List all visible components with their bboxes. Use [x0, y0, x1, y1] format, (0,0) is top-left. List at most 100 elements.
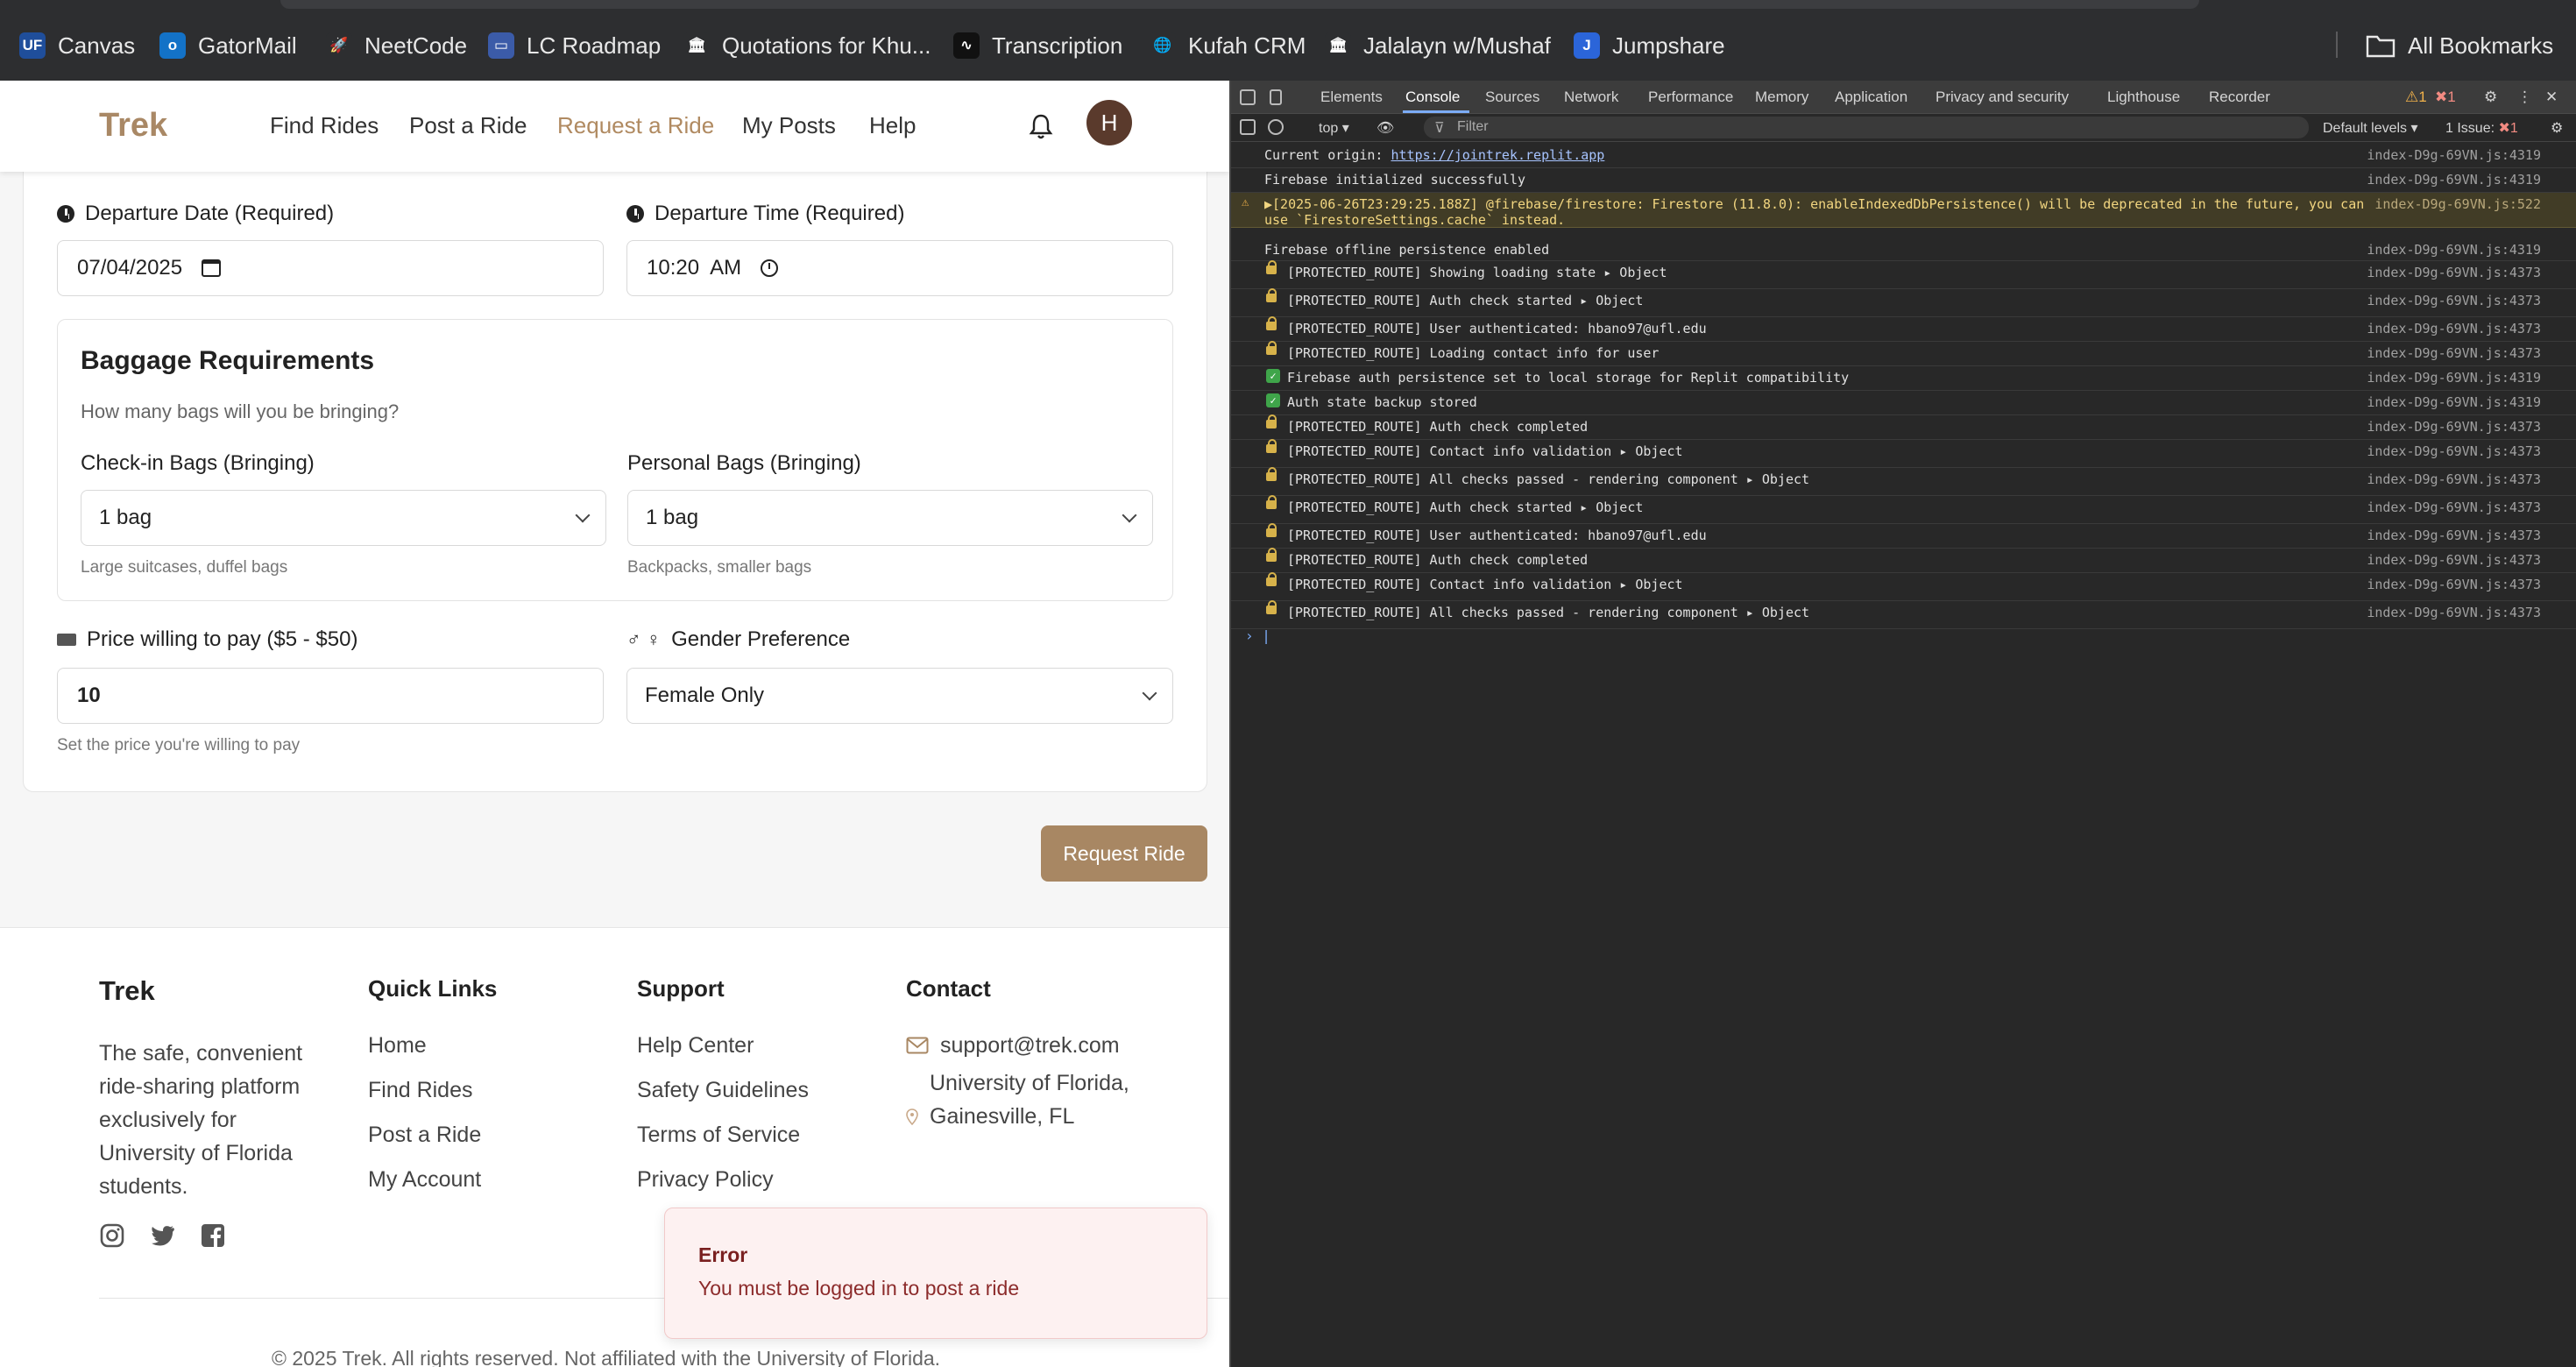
log-levels-select[interactable]: Default levels ▾	[2323, 119, 2418, 137]
object-expander[interactable]: ▸ Object	[1572, 293, 1643, 308]
log-source-link[interactable]: index-D9g-69VN.js:4373	[2367, 499, 2541, 515]
object-expander[interactable]: ▸ Object	[1611, 443, 1682, 459]
console-log-line[interactable]: [PROTECTED_ROUTE] All checks passed - re…	[1231, 600, 2576, 629]
devtools-tab-lighthouse[interactable]: Lighthouse	[2107, 89, 2180, 106]
console-log-line[interactable]: [PROTECTED_ROUTE] Showing loading state …	[1231, 260, 2576, 289]
console-settings-icon[interactable]: ⚙	[2551, 119, 2563, 137]
console-log-line[interactable]: [PROTECTED_ROUTE] Contact info validatio…	[1231, 572, 2576, 601]
log-source-link[interactable]: index-D9g-69VN.js:4373	[2367, 528, 2541, 543]
log-source-link[interactable]: index-D9g-69VN.js:522	[2374, 196, 2541, 212]
context-selector[interactable]: top ▾	[1319, 119, 1349, 137]
devtools-tab-console[interactable]: Console	[1405, 89, 1460, 106]
log-source-link[interactable]: index-D9g-69VN.js:4319	[2367, 370, 2541, 386]
console-prompt[interactable]: › |	[1245, 627, 1270, 644]
departure-date-input[interactable]: 07/04/2025	[57, 240, 604, 296]
gender-preference-select[interactable]: Female Only	[626, 668, 1173, 724]
time-picker-icon[interactable]	[761, 259, 779, 277]
console-log-line[interactable]: ✓ Firebase auth persistence set to local …	[1231, 366, 2576, 391]
nav-help[interactable]: Help	[869, 112, 916, 139]
console-log-line[interactable]: [PROTECTED_ROUTE] Contact info validatio…	[1231, 439, 2576, 468]
facebook-icon[interactable]	[200, 1222, 226, 1249]
footer-link-safety-guidelines[interactable]: Safety Guidelines	[637, 1078, 809, 1103]
object-expander[interactable]: ▸ Object	[1572, 499, 1643, 515]
clear-console-icon[interactable]	[1268, 119, 1284, 135]
footer-link-home[interactable]: Home	[368, 1033, 427, 1059]
footer-link-post-a-ride[interactable]: Post a Ride	[368, 1123, 481, 1148]
inspect-element-icon[interactable]	[1240, 89, 1256, 105]
devtools-tab-memory[interactable]: Memory	[1755, 89, 1808, 106]
object-expander[interactable]: ▸ Object	[1611, 577, 1682, 592]
error-toast[interactable]: Error You must be logged in to post a ri…	[664, 1208, 1207, 1339]
object-expander[interactable]: ▸ Object	[1738, 605, 1809, 620]
bookmark-8[interactable]: J Jumpshare	[1574, 25, 1725, 67]
log-source-link[interactable]: index-D9g-69VN.js:4373	[2367, 345, 2541, 361]
log-source-link[interactable]: index-D9g-69VN.js:4373	[2367, 443, 2541, 459]
log-source-link[interactable]: index-D9g-69VN.js:4373	[2367, 577, 2541, 592]
bookmark-0[interactable]: UF Canvas	[19, 25, 135, 67]
bookmark-1[interactable]: o GatorMail	[159, 25, 297, 67]
bell-icon[interactable]	[1028, 112, 1054, 140]
price-input[interactable]: 10	[57, 668, 604, 724]
device-toolbar-icon[interactable]	[1270, 89, 1282, 105]
console-log-line[interactable]: Firebase initialized successfully index-D…	[1231, 168, 2576, 193]
footer-link-privacy[interactable]: Privacy Policy	[637, 1167, 774, 1193]
nav-find-rides[interactable]: Find Rides	[270, 112, 379, 139]
footer-link-help-center[interactable]: Help Center	[637, 1033, 754, 1059]
log-source-link[interactable]: index-D9g-69VN.js:4373	[2367, 605, 2541, 620]
footer-link-find-rides[interactable]: Find Rides	[368, 1078, 473, 1103]
log-source-link[interactable]: index-D9g-69VN.js:4373	[2367, 471, 2541, 487]
console-log-line[interactable]: Firebase offline persistence enabled inde…	[1231, 238, 2576, 261]
bookmark-2[interactable]: 🚀 NeetCode	[326, 25, 467, 67]
departure-time-input[interactable]: 10:20 AM	[626, 240, 1173, 296]
log-source-link[interactable]: index-D9g-69VN.js:4319	[2367, 172, 2541, 188]
console-log-line[interactable]: ⚠ ▶[2025-06-26T23:29:25.188Z] @firebase/f…	[1231, 193, 2576, 228]
log-source-link[interactable]: index-D9g-69VN.js:4373	[2367, 321, 2541, 336]
checkin-bags-select[interactable]: 1 bag	[81, 490, 606, 546]
footer-link-my-account[interactable]: My Account	[368, 1167, 481, 1193]
devtools-tab-network[interactable]: Network	[1564, 89, 1618, 106]
settings-gear-icon[interactable]: ⚙	[2484, 89, 2497, 106]
devtools-tab-recorder[interactable]: Recorder	[2209, 89, 2270, 106]
calendar-icon[interactable]	[202, 259, 222, 277]
log-source-link[interactable]: index-D9g-69VN.js:4319	[2367, 147, 2541, 163]
eye-icon[interactable]: 👁	[1376, 119, 1394, 137]
log-source-link[interactable]: index-D9g-69VN.js:4373	[2367, 265, 2541, 280]
console-log-line[interactable]: [PROTECTED_ROUTE] Loading contact info f…	[1231, 341, 2576, 366]
console-log-line[interactable]: [PROTECTED_ROUTE] User authenticated: hb…	[1231, 316, 2576, 342]
all-bookmarks-button[interactable]: All Bookmarks	[2366, 25, 2553, 67]
object-expander[interactable]: ▸ Object	[1738, 471, 1809, 487]
twitter-icon[interactable]	[149, 1222, 175, 1249]
origin-link[interactable]: https://jointrek.replit.app	[1391, 147, 1605, 163]
bookmark-5[interactable]: ∿ Transcription	[953, 25, 1122, 67]
devtools-tab-privacy[interactable]: Privacy and security	[1936, 89, 2069, 106]
nav-post-a-ride[interactable]: Post a Ride	[409, 112, 527, 139]
personal-bags-select[interactable]: 1 bag	[627, 490, 1153, 546]
console-log-line[interactable]: [PROTECTED_ROUTE] Auth check started ▸ O…	[1231, 495, 2576, 524]
devtools-tab-elements[interactable]: Elements	[1320, 89, 1383, 106]
log-source-link[interactable]: index-D9g-69VN.js:4373	[2367, 293, 2541, 308]
close-devtools-icon[interactable]: ✕	[2545, 89, 2558, 106]
log-source-link[interactable]: index-D9g-69VN.js:4373	[2367, 552, 2541, 568]
console-log-line[interactable]: ✓ Auth state backup stored index-D9g-69VN.…	[1231, 391, 2576, 415]
console-log-line[interactable]: [PROTECTED_ROUTE] Auth check completed in…	[1231, 414, 2576, 440]
console-log-line[interactable]: [PROTECTED_ROUTE] Auth check completed in…	[1231, 548, 2576, 573]
nav-request-a-ride[interactable]: Request a Ride	[557, 112, 714, 139]
site-logo[interactable]: Trek	[99, 107, 167, 145]
contact-email[interactable]: support@trek.com	[940, 1033, 1120, 1059]
console-log-line[interactable]: [PROTECTED_ROUTE] Auth check started ▸ O…	[1231, 288, 2576, 317]
error-counter[interactable]: ✖1	[2435, 89, 2456, 106]
console-log-line[interactable]: [PROTECTED_ROUTE] All checks passed - re…	[1231, 467, 2576, 496]
console-log-line[interactable]: Current origin: https://jointrek.replit.…	[1231, 144, 2576, 168]
log-source-link[interactable]: index-D9g-69VN.js:4373	[2367, 419, 2541, 435]
devtools-tab-sources[interactable]: Sources	[1485, 89, 1539, 106]
request-ride-button[interactable]: Request Ride	[1041, 825, 1207, 882]
sidebar-toggle-icon[interactable]	[1240, 119, 1256, 135]
nav-my-posts[interactable]: My Posts	[742, 112, 836, 139]
devtools-tab-application[interactable]: Application	[1835, 89, 1907, 106]
object-expander[interactable]: ▸ Object	[1596, 265, 1667, 280]
instagram-icon[interactable]	[99, 1222, 125, 1249]
more-options-icon[interactable]: ⋮	[2517, 89, 2532, 106]
warning-counter[interactable]: ⚠1	[2405, 89, 2427, 106]
user-avatar[interactable]: H	[1086, 100, 1132, 145]
console-filter-input[interactable]: ⊽ Filter	[1424, 117, 2309, 138]
